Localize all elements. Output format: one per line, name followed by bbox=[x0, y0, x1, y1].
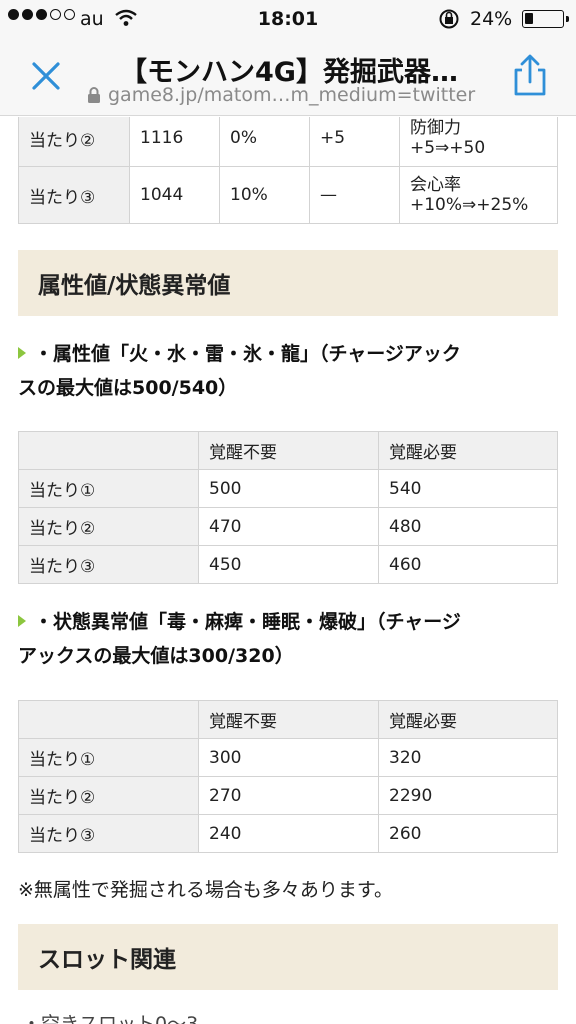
row-label: 当たり② bbox=[18, 117, 130, 167]
table-row: 当たり② 1116 0% +5 防御力 +5⇒+50 bbox=[18, 117, 558, 167]
row-label: 当たり② bbox=[18, 776, 199, 815]
table-cell: 300 bbox=[198, 738, 379, 777]
bullet-line: ・状態異常値「毒・麻痺・睡眠・爆破」（チャージ bbox=[34, 611, 461, 633]
attribute-bullet: ・属性値「火・水・雷・氷・龍」（チャージアック スの最大値は500/540） bbox=[18, 337, 558, 405]
table-row: 当たり③ 1044 10% — 会心率 +10%⇒+25% bbox=[18, 166, 558, 224]
url-text: game8.jp/matom…m_medium=twitter bbox=[108, 84, 476, 106]
table-cell: — bbox=[309, 166, 400, 224]
section-heading-attribute: 属性値/状態異常値 bbox=[18, 250, 558, 316]
status-bar: au 18:01 24% bbox=[0, 0, 576, 38]
battery-icon bbox=[522, 10, 569, 28]
table-cell: 10% bbox=[219, 166, 310, 224]
bullet-line: スの最大値は500/540） bbox=[18, 377, 238, 399]
attribute-value-table: 覚醒不要 覚醒必要 当たり① 500 540 当たり② 470 480 当たり③… bbox=[18, 431, 558, 584]
row-label: 当たり① bbox=[18, 738, 199, 777]
share-button[interactable] bbox=[508, 52, 552, 98]
table-cell: 500 bbox=[198, 469, 379, 508]
table-row: 当たり① 500 540 bbox=[18, 469, 558, 508]
weapon-stats-table: 当たり② 1116 0% +5 防御力 +5⇒+50 当たり③ 1044 10% … bbox=[18, 117, 558, 224]
table-cell: 450 bbox=[198, 545, 379, 584]
status-ailment-bullet: ・状態異常値「毒・麻痺・睡眠・爆破」（チャージ アックスの最大値は300/320… bbox=[18, 605, 558, 673]
column-header: 覚醒不要 bbox=[198, 700, 379, 739]
table-cell: 480 bbox=[378, 507, 558, 546]
row-label: 当たり① bbox=[18, 469, 199, 508]
status-ailment-table: 覚醒不要 覚醒必要 当たり① 300 320 当たり② 270 2290 当たり… bbox=[18, 700, 558, 853]
table-row: 当たり② 470 480 bbox=[18, 507, 558, 546]
bonus-value: +5⇒+50 bbox=[410, 138, 486, 158]
table-cell: 320 bbox=[378, 738, 558, 777]
close-icon bbox=[32, 62, 60, 90]
triangle-bullet-icon bbox=[18, 615, 26, 627]
table-cell: 540 bbox=[378, 469, 558, 508]
table-cell: 1044 bbox=[129, 166, 220, 224]
lock-icon bbox=[88, 87, 100, 103]
row-label: 当たり③ bbox=[18, 166, 130, 224]
bullet-line: ・属性値「火・水・雷・氷・龍」（チャージアック bbox=[34, 343, 461, 365]
triangle-bullet-icon bbox=[18, 347, 26, 359]
table-cell: 防御力 +5⇒+50 bbox=[399, 117, 558, 167]
bullet-line: アックスの最大値は300/320） bbox=[18, 645, 294, 667]
slot-bullet-partial: ・空きスロット0～3 bbox=[22, 1013, 199, 1024]
header-empty bbox=[18, 431, 199, 470]
table-cell: 260 bbox=[378, 814, 558, 853]
table-cell: 2290 bbox=[378, 776, 558, 815]
table-row: 当たり② 270 2290 bbox=[18, 776, 558, 815]
column-header: 覚醒必要 bbox=[378, 700, 558, 739]
header-empty bbox=[18, 700, 199, 739]
table-cell: 470 bbox=[198, 507, 379, 546]
table-cell: 460 bbox=[378, 545, 558, 584]
share-icon bbox=[514, 54, 546, 96]
close-button[interactable] bbox=[26, 56, 66, 96]
table-cell: 240 bbox=[198, 814, 379, 853]
article-content[interactable]: 当たり② 1116 0% +5 防御力 +5⇒+50 当たり③ 1044 10% … bbox=[0, 117, 576, 1024]
url-display[interactable]: game8.jp/matom…m_medium=twitter bbox=[86, 84, 475, 106]
table-cell: 0% bbox=[219, 117, 310, 167]
column-header: 覚醒必要 bbox=[378, 431, 558, 470]
bonus-name: 会心率 bbox=[410, 175, 461, 195]
bonus-name: 防御力 bbox=[410, 118, 461, 138]
nav-bar: 【モンハン4G】発掘武器… game8.jp/matom…m_medium=tw… bbox=[0, 38, 576, 116]
table-cell: 1116 bbox=[129, 117, 220, 167]
table-cell: 270 bbox=[198, 776, 379, 815]
section-heading-slot: スロット関連 bbox=[18, 924, 558, 990]
table-cell: 会心率 +10%⇒+25% bbox=[399, 166, 558, 224]
bonus-value: +10%⇒+25% bbox=[410, 195, 529, 215]
row-label: 当たり② bbox=[18, 507, 199, 546]
column-header: 覚醒不要 bbox=[198, 431, 379, 470]
table-cell: +5 bbox=[309, 117, 400, 167]
row-label: 当たり③ bbox=[18, 814, 199, 853]
table-header-row: 覚醒不要 覚醒必要 bbox=[18, 431, 558, 470]
rotation-lock-icon bbox=[437, 8, 461, 35]
row-label: 当たり③ bbox=[18, 545, 199, 584]
table-row: 当たり③ 240 260 bbox=[18, 814, 558, 853]
table-row: 当たり③ 450 460 bbox=[18, 545, 558, 584]
footnote: ※無属性で発掘される場合も多々あります。 bbox=[18, 879, 394, 901]
table-row: 当たり① 300 320 bbox=[18, 738, 558, 777]
table-header-row: 覚醒不要 覚醒必要 bbox=[18, 700, 558, 739]
battery-percent: 24% bbox=[470, 8, 513, 30]
